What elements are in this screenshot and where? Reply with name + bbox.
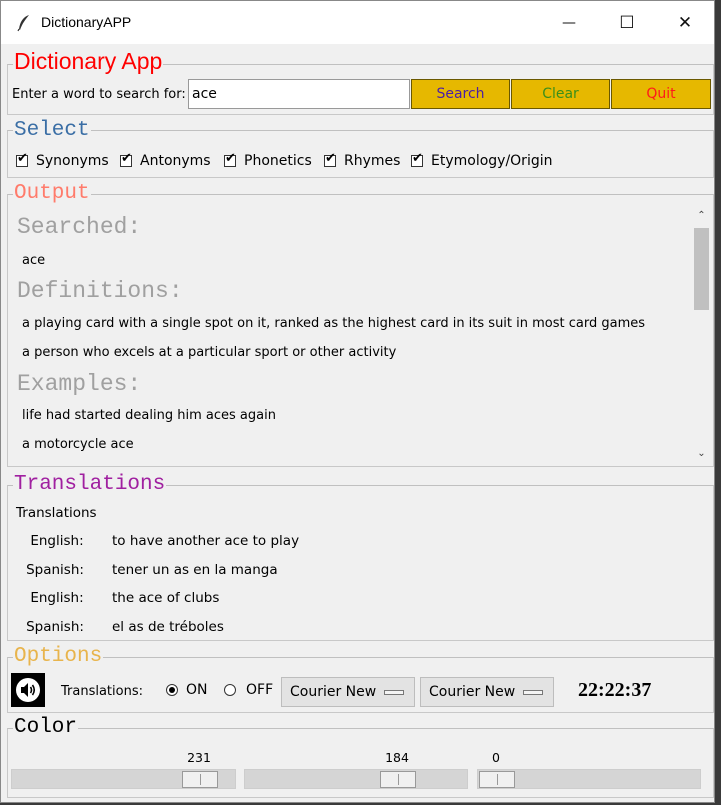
checkbox-box: ✔	[16, 151, 28, 167]
rhymes-checkbox[interactable]: ✔ Rhymes	[324, 151, 401, 169]
translation-language: English:	[30, 590, 84, 606]
minimize-button[interactable]: —	[540, 1, 598, 44]
checkbox-box: ✔	[411, 151, 423, 167]
maximize-icon: ☐	[619, 12, 635, 33]
blue-scale[interactable]	[477, 769, 701, 789]
maximize-button[interactable]: ☐	[598, 1, 656, 44]
search-input[interactable]	[188, 79, 410, 109]
searched-heading: Searched:	[17, 214, 142, 240]
radio-on[interactable]: ON	[166, 682, 208, 698]
checkbox-box: ✔	[224, 151, 236, 167]
window-title: DictionaryAPP	[41, 14, 132, 30]
clear-button-label: Clear	[542, 86, 579, 102]
definitions-heading: Definitions:	[17, 278, 183, 304]
synonyms-checkbox[interactable]: ✔ Synonyms	[16, 151, 109, 169]
check-icon: ✔	[225, 151, 236, 166]
translation-text: el as de tréboles	[112, 619, 224, 635]
font-dropdown-2[interactable]: Courier New	[420, 677, 554, 707]
translation-text: tener un as en la manga	[112, 562, 278, 578]
translations-legend: Translations	[13, 473, 167, 496]
checkbox-label: Phonetics	[244, 153, 312, 169]
search-button-label: Search	[436, 86, 485, 102]
radio-off-indicator	[224, 684, 236, 696]
output-scrollbar[interactable]: ⌃ ⌄	[692, 206, 711, 464]
definition-item: a person who excels at a particular spor…	[22, 345, 397, 360]
checkbox-label: Etymology/Origin	[431, 153, 553, 169]
dropdown-indicator-icon	[384, 690, 404, 695]
checkbox-box: ✔	[324, 151, 336, 167]
examples-heading: Examples:	[17, 371, 142, 397]
color-legend: Color	[13, 716, 79, 739]
searched-value: ace	[22, 253, 46, 268]
options-legend: Options	[13, 645, 104, 668]
feather-icon	[17, 15, 29, 32]
radio-off[interactable]: OFF	[224, 682, 273, 698]
clock: 22:22:37	[578, 679, 652, 701]
red-scale-thumb[interactable]	[182, 771, 218, 788]
translation-text: the ace of clubs	[112, 590, 220, 606]
check-icon: ✔	[17, 151, 28, 166]
dropdown-indicator-icon	[523, 690, 543, 695]
font-dropdown-value: Courier New	[429, 684, 516, 700]
definition-item: a playing card with a single spot on it,…	[22, 316, 646, 331]
speaker-icon	[16, 678, 40, 702]
font-dropdown-value: Courier New	[290, 684, 377, 700]
close-button[interactable]: ✕	[656, 1, 714, 44]
clear-button[interactable]: Clear	[511, 79, 610, 109]
quit-button-label: Quit	[646, 86, 676, 102]
scrollbar-thumb[interactable]	[694, 228, 709, 310]
phonetics-checkbox[interactable]: ✔ Phonetics	[224, 151, 312, 169]
search-prompt-label: Enter a word to search for:	[12, 87, 186, 102]
green-scale[interactable]	[244, 769, 468, 789]
checkbox-label: Rhymes	[344, 153, 401, 169]
green-scale-value: 184	[385, 750, 409, 765]
app-window: DictionaryAPP — ☐ ✕ Dictionary App Enter…	[0, 0, 715, 803]
red-scale-value: 231	[187, 750, 211, 765]
red-scale[interactable]	[11, 769, 236, 789]
font-dropdown-1[interactable]: Courier New	[281, 677, 415, 707]
blue-scale-thumb[interactable]	[479, 771, 515, 788]
radio-off-label: OFF	[246, 682, 274, 698]
blue-scale-value: 0	[492, 750, 500, 765]
scroll-down-icon[interactable]: ⌄	[692, 444, 711, 464]
translation-language: Spanish:	[26, 619, 84, 635]
speaker-button[interactable]	[11, 673, 45, 707]
quit-button[interactable]: Quit	[611, 79, 711, 109]
translation-language: English:	[30, 533, 84, 549]
scroll-up-icon[interactable]: ⌃	[692, 206, 711, 226]
check-icon: ✔	[325, 151, 336, 166]
output-legend: Output	[13, 182, 91, 205]
antonyms-checkbox[interactable]: ✔ Antonyms	[120, 151, 211, 169]
translations-heading: Translations	[16, 505, 97, 521]
translation-language: Spanish:	[26, 562, 84, 578]
radio-on-indicator	[166, 684, 178, 696]
check-icon: ✔	[121, 151, 132, 166]
output-text-area[interactable]	[11, 205, 691, 463]
example-item: life had started dealing him aces again	[22, 408, 276, 423]
checkbox-box: ✔	[120, 151, 132, 167]
app-title: Dictionary App	[13, 48, 164, 74]
checkbox-label: Antonyms	[140, 153, 211, 169]
minimize-icon: —	[562, 14, 576, 31]
close-icon: ✕	[677, 12, 693, 33]
radio-on-label: ON	[186, 682, 208, 698]
search-button[interactable]: Search	[411, 79, 510, 109]
example-item: a motorcycle ace	[22, 437, 134, 452]
green-scale-thumb[interactable]	[380, 771, 416, 788]
check-icon: ✔	[412, 151, 423, 166]
translations-toggle-label: Translations:	[61, 684, 143, 699]
select-legend: Select	[13, 119, 91, 142]
title-bar[interactable]: DictionaryAPP — ☐ ✕	[1, 1, 714, 44]
etymology-checkbox[interactable]: ✔ Etymology/Origin	[411, 151, 553, 169]
checkbox-label: Synonyms	[36, 153, 109, 169]
translation-text: to have another ace to play	[112, 533, 300, 549]
